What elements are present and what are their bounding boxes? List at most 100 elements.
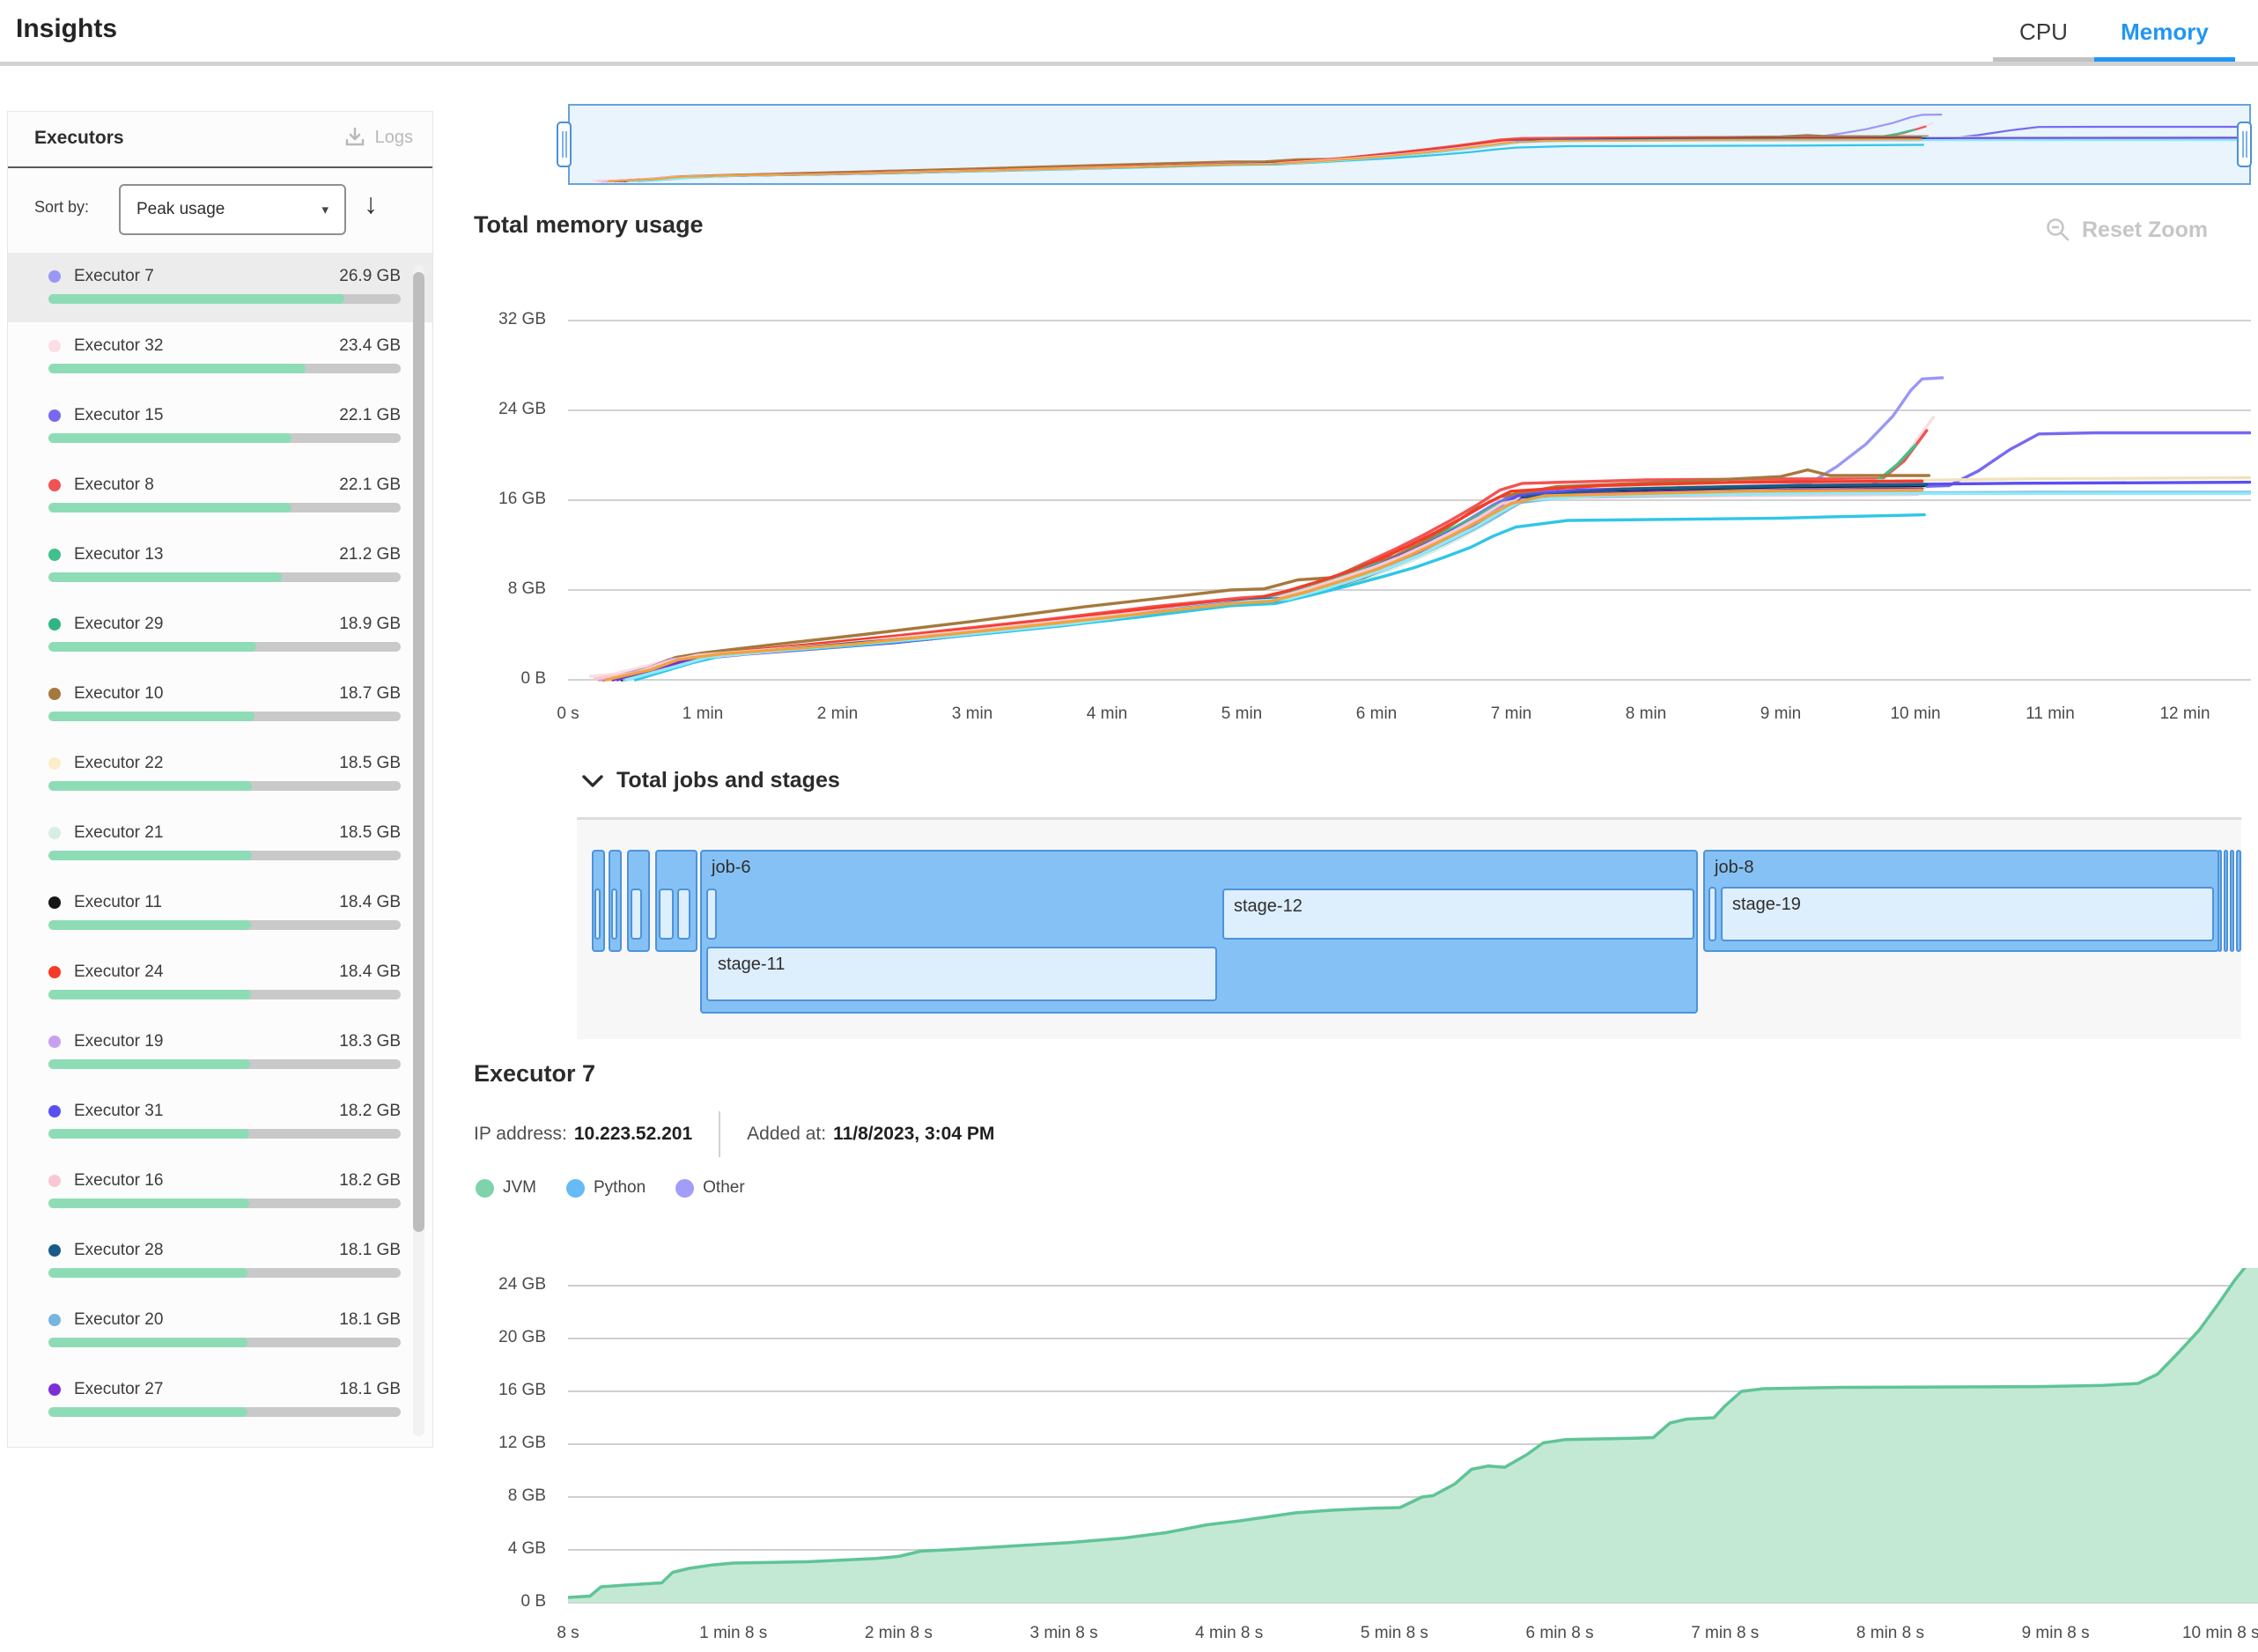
- executor-usage-fill: [48, 503, 291, 513]
- job-bar[interactable]: [2230, 850, 2234, 952]
- executors-panel: Executors Logs Sort by: Peak usage ▾ ↓ E…: [7, 111, 433, 1448]
- jobs-stages-toggle[interactable]: Total jobs and stages: [581, 768, 840, 793]
- legend-item[interactable]: Python: [566, 1178, 646, 1198]
- executor-usage-fill: [48, 851, 252, 860]
- executor-row[interactable]: Executor 2018.1 GB: [8, 1296, 432, 1366]
- x-tick-label: 3 min 8 s: [985, 1624, 1143, 1643]
- executor-name: Executor 28: [74, 1241, 163, 1260]
- executor-color-dot: [48, 1383, 61, 1396]
- header: Insights CPU Memory: [0, 0, 2258, 67]
- added-value: 11/8/2023, 3:04 PM: [833, 1124, 994, 1145]
- sort-direction-button[interactable]: ↓: [364, 188, 378, 220]
- added-label: Added at:: [747, 1124, 826, 1145]
- stage-bar[interactable]: stage-19: [1721, 887, 2214, 941]
- chevron-down-icon: [581, 773, 604, 789]
- executor-peak-value: 18.7 GB: [339, 684, 401, 704]
- executor-row[interactable]: Executor 2918.9 GB: [8, 601, 432, 670]
- executor-row[interactable]: Executor 822.1 GB: [8, 461, 432, 531]
- executor-row-line: Executor 726.9 GB: [8, 253, 432, 286]
- executor-usage-bar: [48, 920, 401, 930]
- jobs-gantt: job-6job-8stage-11stage-12stage-19: [577, 817, 2241, 1039]
- job-bar[interactable]: [2236, 850, 2241, 952]
- stage-bar[interactable]: [594, 889, 601, 940]
- stage-bar[interactable]: [1708, 887, 1716, 941]
- stage-bar[interactable]: [659, 889, 674, 940]
- executor-peak-value: 18.5 GB: [339, 754, 401, 773]
- executor-row-line: Executor 3223.4 GB: [8, 322, 432, 356]
- executor-row-line: Executor 3118.2 GB: [8, 1088, 432, 1121]
- legend-item[interactable]: Other: [675, 1178, 745, 1198]
- executor-usage-bar: [48, 781, 401, 791]
- executor-row[interactable]: Executor 2718.1 GB: [8, 1366, 432, 1435]
- x-tick-label: 10 min 8 s: [2142, 1624, 2258, 1643]
- tab-cpu[interactable]: CPU: [1993, 12, 2094, 62]
- brush-handle-right[interactable]: [2237, 122, 2252, 167]
- executor-row[interactable]: Executor 1522.1 GB: [8, 392, 432, 461]
- job-label: job-8: [1715, 858, 1753, 878]
- executor-row[interactable]: Executor 1321.2 GB: [8, 531, 432, 601]
- executor-row[interactable]: Executor 726.9 GB: [8, 253, 432, 322]
- executor-color-dot: [48, 827, 61, 839]
- executor-usage-bar: [48, 990, 401, 999]
- x-tick-label: 1 min 8 s: [654, 1624, 813, 1643]
- executor-name: Executor 29: [74, 615, 163, 634]
- executor-usage-bar: [48, 642, 401, 652]
- stage-bar[interactable]: stage-11: [706, 947, 1217, 1001]
- stage-bar[interactable]: stage-12: [1222, 889, 1694, 940]
- executor-row[interactable]: Executor 1618.2 GB: [8, 1157, 432, 1227]
- executor-row-line: Executor 1018.7 GB: [8, 670, 432, 704]
- info-divider: [719, 1111, 720, 1157]
- executor-color-dot: [48, 1244, 61, 1257]
- executor-usage-bar: [48, 1407, 401, 1417]
- executor-row-line: Executor 2818.1 GB: [8, 1227, 432, 1260]
- executor-row[interactable]: Executor 2418.4 GB: [8, 948, 432, 1018]
- executor-usage-bar: [48, 433, 401, 443]
- x-tick-label: 5 min 8 s: [1315, 1624, 1473, 1643]
- executor-row-line: Executor 1321.2 GB: [8, 531, 432, 564]
- executor-row[interactable]: Executor 1118.4 GB: [8, 879, 432, 948]
- stage-bar[interactable]: [677, 889, 690, 940]
- legend-label: JVM: [503, 1178, 536, 1198]
- executor-usage-fill: [48, 1338, 247, 1347]
- overview-brush[interactable]: [568, 104, 2251, 185]
- reset-zoom-button[interactable]: Reset Zoom: [2045, 217, 2208, 243]
- brush-handle-left[interactable]: [557, 122, 572, 167]
- executor-color-dot: [48, 966, 61, 978]
- executor-color-dot: [48, 270, 61, 283]
- sort-select[interactable]: Peak usage ▾: [119, 184, 346, 235]
- x-tick-label: 8 s: [489, 1624, 647, 1643]
- executor-row[interactable]: Executor 1018.7 GB: [8, 670, 432, 740]
- job-bar[interactable]: [2224, 850, 2228, 952]
- executor-list: Executor 726.9 GB Executor 3223.4 GB Execu…: [8, 253, 432, 1445]
- logs-button[interactable]: Logs: [343, 126, 413, 149]
- executor-color-dot: [48, 1105, 61, 1117]
- executor-row[interactable]: Executor 2818.1 GB: [8, 1227, 432, 1296]
- executor-usage-fill: [48, 294, 344, 304]
- executor-row[interactable]: Executor 2118.5 GB: [8, 809, 432, 879]
- executor-usage-bar: [48, 851, 401, 860]
- executor-detail-title: Executor 7: [474, 1060, 595, 1088]
- executor-row-line: Executor 2018.1 GB: [8, 1296, 432, 1330]
- x-tick-label: 7 min 8 s: [1646, 1624, 1804, 1643]
- executor-color-dot: [48, 896, 61, 909]
- y-tick-label: 32 GB: [423, 310, 546, 329]
- job-bar[interactable]: [2217, 850, 2222, 952]
- zoom-out-icon: [2045, 217, 2071, 243]
- executor-peak-value: 18.1 GB: [339, 1310, 401, 1330]
- executor-row-line: Executor 1618.2 GB: [8, 1157, 432, 1191]
- executor-row[interactable]: Executor 22 18.5 GB: [8, 740, 432, 809]
- tab-memory[interactable]: Memory: [2094, 12, 2235, 62]
- stage-bar[interactable]: [706, 889, 717, 940]
- stage-bar[interactable]: [631, 889, 642, 940]
- x-tick-label: 2 min 8 s: [819, 1624, 978, 1643]
- executor-peak-value: 26.9 GB: [339, 267, 401, 286]
- executor-row[interactable]: Executor 3118.2 GB: [8, 1088, 432, 1157]
- stage-bar[interactable]: [611, 889, 617, 940]
- logs-label: Logs: [375, 128, 413, 148]
- executor-name: Executor 22: [74, 754, 163, 773]
- executor-row-line: Executor 822.1 GB: [8, 461, 432, 495]
- legend-dot: [675, 1179, 694, 1198]
- executor-row[interactable]: Executor 1918.3 GB: [8, 1018, 432, 1088]
- legend-item[interactable]: JVM: [476, 1178, 536, 1198]
- executor-row[interactable]: Executor 3223.4 GB: [8, 322, 432, 392]
